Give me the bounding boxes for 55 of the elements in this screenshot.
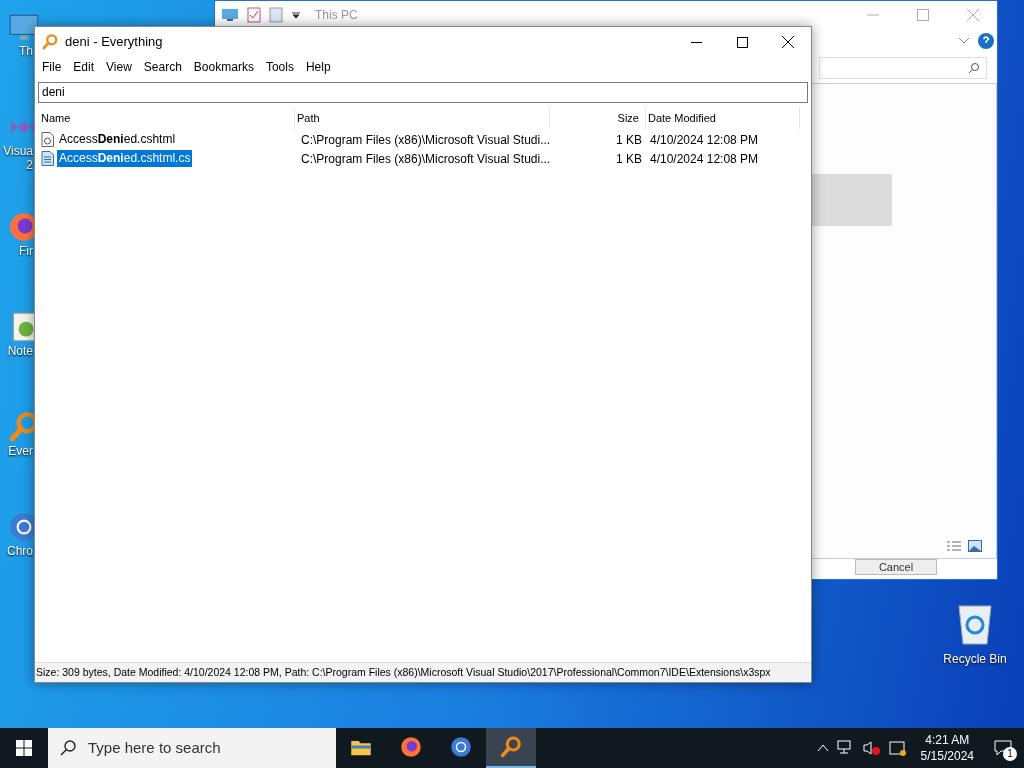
menu-item[interactable]: Help (299, 58, 337, 76)
taskbar-app-button[interactable] (486, 728, 536, 768)
file-name[interactable]: AccessDenied.cshtml (57, 131, 178, 148)
cancel-button[interactable]: Cancel (855, 559, 937, 575)
checklist-icon[interactable] (247, 7, 261, 24)
clock-time: 4:21 AM (925, 732, 970, 748)
monitor-icon[interactable] (221, 7, 239, 24)
clock-date: 5/15/2024 (920, 748, 974, 764)
minimize-icon (690, 41, 702, 43)
search-placeholder: Type here to search (88, 737, 221, 758)
window-title: This PC (315, 7, 358, 25)
menu-item[interactable]: Edit (67, 58, 101, 76)
maximize-icon (736, 36, 748, 48)
search-field[interactable]: deni (38, 81, 808, 103)
window-title: deni - Everything (65, 33, 163, 52)
desktop-icon-label[interactable]: Recycle Bin (943, 650, 1007, 668)
help-icon[interactable] (977, 32, 995, 51)
image-view-icon[interactable] (968, 540, 982, 552)
magnifier-icon (499, 735, 523, 759)
chrome-icon (449, 735, 473, 759)
table-cell-text: 1 KB (615, 131, 643, 149)
chevron-up-icon[interactable] (816, 744, 829, 752)
menu-item[interactable]: Search (137, 58, 188, 76)
close-icon (782, 36, 794, 48)
column-header[interactable]: Name (39, 107, 295, 129)
file-name[interactable]: AccessDenied.cshtml.cs (57, 150, 193, 167)
menu-item[interactable]: Bookmarks (187, 58, 260, 76)
dropdown-icon[interactable] (291, 10, 301, 21)
tray-app-icon[interactable] (888, 740, 907, 756)
windows-icon (16, 740, 32, 756)
clock[interactable]: 4:21 AM 5/15/2024 (914, 732, 980, 764)
search-icon (968, 62, 980, 74)
chevron-icon[interactable] (959, 38, 969, 45)
muted-speaker-icon[interactable] (862, 740, 881, 756)
search-field[interactable] (819, 57, 987, 79)
menu-item[interactable]: View (100, 58, 138, 76)
document-icon (41, 151, 54, 166)
table-cell-text: 1 KB (615, 150, 643, 168)
magnifier-icon (41, 33, 59, 51)
table-cell-text: 4/10/2024 12:08 PM (649, 131, 760, 149)
status-text: Size: 309 bytes, Date Modified: 4/10/2024 12:08 PM, Path: C:\Program Files (x86)\Microsoft Visual Studio\2017\Professional\Common7\IDE\Extensions\x3spx (35, 664, 771, 680)
menu-item[interactable]: Tools (259, 58, 300, 76)
table-cell-text: C:\Program Files (x86)\Microsoft Visual Studi... (300, 131, 550, 149)
notification-count: 1 (1003, 747, 1017, 761)
web-file-icon (41, 132, 54, 147)
column-header[interactable]: Date Modified (646, 107, 800, 129)
table-cell-text: C:\Program Files (x86)\Microsoft Visual Studi... (300, 150, 550, 168)
column-header[interactable]: Size (550, 107, 646, 129)
menu-item[interactable]: File (36, 58, 68, 76)
search-icon (60, 740, 76, 756)
taskbar-search-field[interactable]: Type here to search (48, 728, 336, 768)
table-cell-text: 4/10/2024 12:08 PM (649, 150, 760, 168)
notification-icon[interactable] (994, 740, 1012, 756)
column-header[interactable]: Path (295, 107, 550, 129)
firefox-icon (399, 735, 423, 759)
